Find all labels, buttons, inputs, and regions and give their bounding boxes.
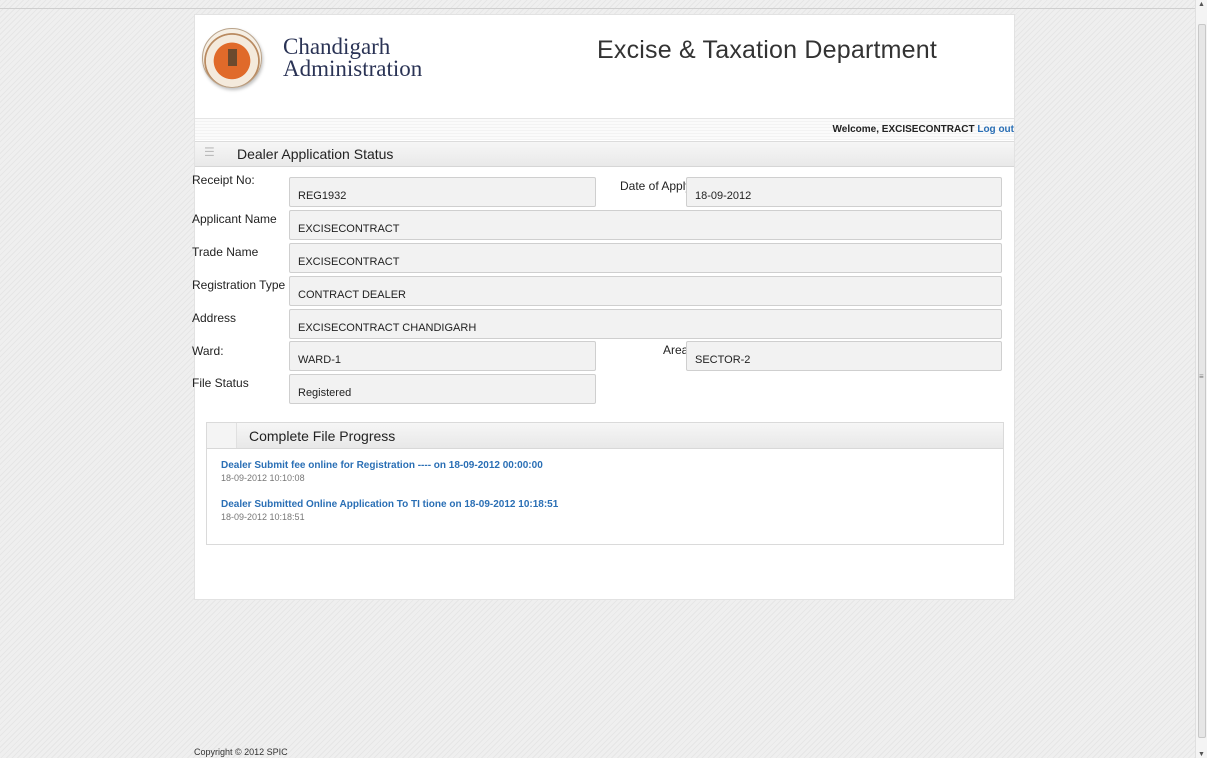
file-progress-title: Complete File Progress xyxy=(249,428,396,444)
vertical-scrollbar[interactable]: ▲ ≡ ▼ xyxy=(1195,0,1207,758)
ward-field: WARD-1 xyxy=(289,341,596,371)
progress-header-tab xyxy=(207,423,237,448)
scrollbar-thumb[interactable] xyxy=(1198,24,1206,738)
file-status-label: File Status xyxy=(192,376,249,390)
welcome-user-text: Welcome, EXCISECONTRACT xyxy=(832,124,975,135)
date-of-apply-field: 18-09-2012 xyxy=(686,177,1002,207)
trade-name-label: Trade Name xyxy=(192,245,259,259)
section-title: Dealer Application Status xyxy=(237,146,394,162)
ward-label: Ward: xyxy=(192,344,224,358)
scroll-up-arrow-icon[interactable]: ▲ xyxy=(1198,1,1205,8)
chandigarh-emblem-logo xyxy=(202,28,262,88)
main-content-panel: Chandigarh Administration Excise & Taxat… xyxy=(192,14,1015,600)
progress-entry-2-time: 18-09-2012 10:18:51 xyxy=(221,512,305,522)
department-title: Excise & Taxation Department xyxy=(597,36,938,64)
file-progress-panel: Complete File Progress Dealer Submit fee… xyxy=(206,422,1004,545)
progress-entry-2-link[interactable]: Dealer Submitted Online Application To T… xyxy=(221,499,558,510)
registration-type-field: CONTRACT DEALER xyxy=(289,276,1002,306)
org-name-line2: Administration xyxy=(283,56,423,81)
scrollbar-grip-icon: ≡ xyxy=(1199,372,1204,381)
file-status-field: Registered xyxy=(289,374,596,404)
date-of-apply-label: Date of Apply xyxy=(620,179,692,193)
area-field: SECTOR-2 xyxy=(686,341,1002,371)
top-border-line xyxy=(0,8,1196,9)
welcome-bar: Welcome, EXCISECONTRACT Log out xyxy=(195,118,1014,140)
menu-lines-icon: ☰ xyxy=(204,145,215,159)
receipt-label: Receipt No: xyxy=(192,173,255,187)
address-field: EXCISECONTRACT CHANDIGARH xyxy=(289,309,1002,339)
receipt-field: REG1932 xyxy=(289,177,596,207)
scroll-down-arrow-icon[interactable]: ▼ xyxy=(1198,751,1205,758)
progress-entry-1-time: 18-09-2012 10:10:08 xyxy=(221,473,305,483)
logout-link[interactable]: Log out xyxy=(977,124,1014,135)
progress-entry-1-link[interactable]: Dealer Submit fee online for Registratio… xyxy=(221,460,543,471)
file-progress-header: Complete File Progress xyxy=(207,423,1003,449)
copyright-text: Copyright © 2012 SPIC xyxy=(194,747,288,757)
applicant-name-label: Applicant Name xyxy=(192,212,277,226)
applicant-name-field: EXCISECONTRACT xyxy=(289,210,1002,240)
organization-name: Chandigarh Administration xyxy=(283,34,423,81)
site-header: Chandigarh Administration Excise & Taxat… xyxy=(195,15,1014,118)
emblem-tower-icon xyxy=(228,49,237,66)
address-label: Address xyxy=(192,311,237,325)
area-label: Area xyxy=(663,343,689,357)
registration-type-label: Registration Type xyxy=(192,278,286,292)
welcome-message: Welcome, EXCISECONTRACT Log out xyxy=(833,124,1015,135)
trade-name-field: EXCISECONTRACT xyxy=(289,243,1002,273)
org-name-line1: Chandigarh xyxy=(283,34,391,59)
section-header: ☰ Dealer Application Status xyxy=(195,141,1014,167)
